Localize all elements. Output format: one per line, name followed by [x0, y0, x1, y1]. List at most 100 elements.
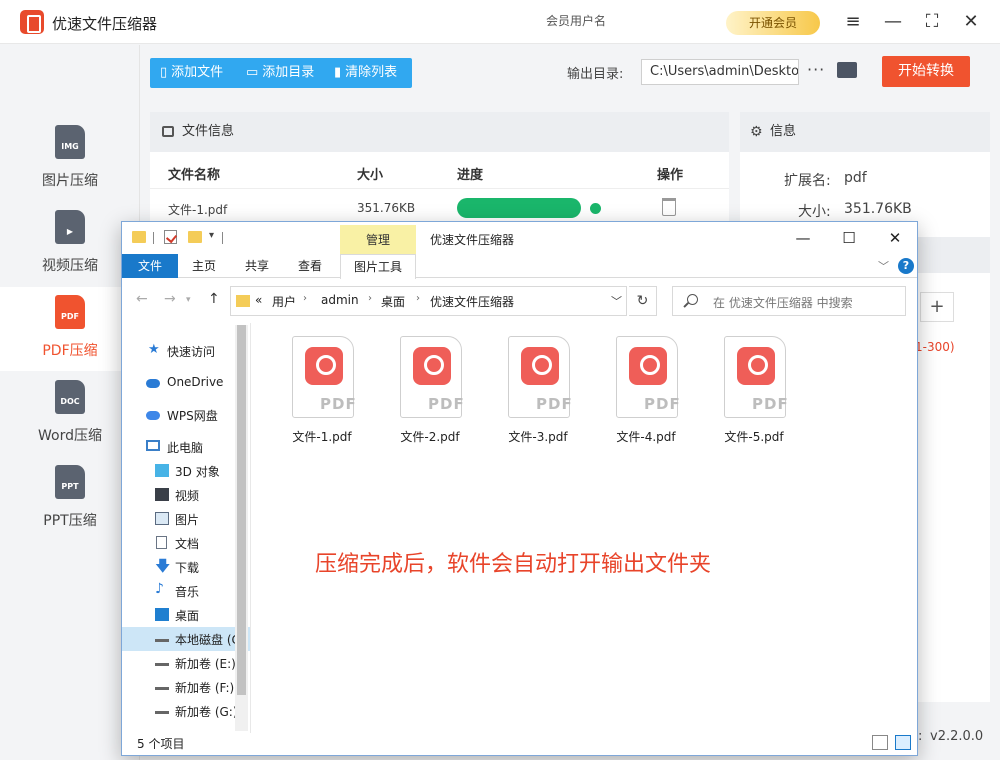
tree-item-drive-f[interactable]: 新加卷 (F:)	[122, 675, 250, 699]
address-bar[interactable]: « 用户 › admin › 桌面 › 优速文件压缩器 ﹀	[230, 286, 627, 316]
large-icons-view-icon[interactable]	[895, 735, 911, 750]
back-icon[interactable]: ←	[136, 291, 148, 307]
tree-item-quick-access[interactable]: ★ 快速访问	[122, 339, 250, 363]
expand-ribbon-icon[interactable]: ﹀	[878, 258, 889, 274]
scrollbar-thumb[interactable]	[237, 325, 246, 695]
breadcrumb-sep-icon[interactable]: ›	[368, 293, 372, 304]
row-file-name: 文件-1.pdf	[168, 203, 228, 217]
vip-button[interactable]: 开通会员	[726, 11, 820, 35]
tree-item-onedrive[interactable]: OneDrive	[122, 371, 250, 395]
tree-item-drive-g[interactable]: 新加卷 (G:)	[122, 699, 250, 723]
file-item[interactable]: PDF 文件-3.pdf	[488, 336, 584, 446]
sidebar-item-pdf[interactable]: PDF PDF压缩	[0, 287, 140, 371]
app-title: 优速文件压缩器	[52, 15, 158, 33]
tab-file[interactable]: 文件	[122, 254, 178, 278]
tree-item-pictures[interactable]: 图片	[122, 507, 250, 531]
tree-item-3d[interactable]: 3D 对象	[122, 459, 250, 483]
trash-icon: ▮	[334, 65, 342, 80]
sidebar-item-label: 图片压缩	[42, 173, 98, 189]
pane-divider	[250, 323, 251, 733]
up-icon[interactable]: ↑	[208, 291, 220, 307]
tab-manage[interactable]: 管理	[340, 225, 416, 255]
minimize-icon[interactable]: —	[880, 9, 906, 35]
tree-item-drive-c[interactable]: 本地磁盘 (C:)	[122, 627, 250, 651]
progress-bar	[457, 198, 581, 218]
pdf-badge-icon	[629, 347, 667, 385]
breadcrumb-sep-icon[interactable]: ›	[303, 293, 307, 304]
tree-scrollbar[interactable]	[235, 325, 248, 731]
open-folder-icon[interactable]	[837, 62, 857, 78]
properties-icon[interactable]	[164, 230, 177, 244]
tree-item-desktop[interactable]: 桌面	[122, 603, 250, 627]
close-icon[interactable]: ✕	[872, 226, 918, 250]
tab-share[interactable]: 共享	[239, 254, 275, 278]
file-item[interactable]: PDF 文件-2.pdf	[380, 336, 476, 446]
clear-list-button[interactable]: ▮ 清除列表	[334, 58, 397, 88]
tree-label: 此电脑	[167, 441, 204, 455]
tree-item-drive-e[interactable]: 新加卷 (E:)	[122, 651, 250, 675]
drive-icon	[155, 704, 169, 714]
recent-dropdown-icon[interactable]: ▾	[186, 295, 191, 305]
tree-item-music[interactable]: ♪ 音乐	[122, 579, 250, 603]
tree-item-wps[interactable]: WPS网盘	[122, 403, 250, 427]
breadcrumb-sep-icon[interactable]: ›	[416, 293, 420, 304]
col-name: 文件名称	[168, 168, 221, 183]
customize-toolbar-icon[interactable]: ▾	[209, 230, 214, 241]
tree-label: 图片	[175, 513, 200, 527]
search-input[interactable]: 在 优速文件压缩器 中搜索	[672, 286, 906, 316]
tab-view[interactable]: 查看	[292, 254, 328, 278]
tree-item-downloads[interactable]: 🡇 下载	[122, 555, 250, 579]
tree-label: 桌面	[175, 609, 200, 623]
output-dir-label: 输出目录:	[567, 67, 624, 82]
maximize-icon[interactable]: ⛶	[919, 9, 945, 35]
more-options-button[interactable]: ···	[807, 60, 825, 79]
tree-item-documents[interactable]: 文档	[122, 531, 250, 555]
sidebar-item-ppt[interactable]: PPT PPT压缩	[0, 457, 140, 541]
details-view-icon[interactable]	[872, 735, 888, 750]
add-dir-button[interactable]: ▭ 添加目录	[246, 58, 314, 88]
tab-home[interactable]: 主页	[186, 254, 222, 278]
refresh-icon[interactable]: ↻	[629, 286, 657, 316]
breadcrumb-current[interactable]: 优速文件压缩器	[430, 293, 514, 310]
sidebar-item-label: PPT压缩	[43, 513, 97, 529]
maximize-icon[interactable]: ☐	[826, 226, 872, 250]
file-panel-header: 文件信息	[150, 112, 729, 152]
file-item[interactable]: PDF 文件-5.pdf	[704, 336, 800, 446]
sidebar-item-word[interactable]: DOC Word压缩	[0, 372, 140, 456]
chevron-down-icon[interactable]: ﹀	[611, 293, 622, 309]
breadcrumb-overflow[interactable]: «	[255, 293, 262, 307]
start-button[interactable]: 开始转换	[882, 56, 970, 87]
user-name[interactable]: 会员用户名	[546, 12, 606, 29]
tab-picture-tools[interactable]: 图片工具	[340, 254, 416, 279]
delete-icon[interactable]	[662, 198, 676, 216]
add-file-button[interactable]: ▯ 添加文件	[160, 58, 223, 88]
breadcrumb-desktop[interactable]: 桌面	[381, 293, 405, 310]
picture-icon	[155, 512, 169, 525]
output-dir-input[interactable]: C:\Users\admin\Desktop	[641, 59, 799, 85]
sidebar-item-image[interactable]: IMG 图片压缩	[0, 117, 140, 201]
info-panel-title: 信息	[770, 124, 797, 139]
col-action: 操作	[657, 168, 684, 183]
pdf-file-icon: PDF	[724, 336, 788, 418]
pdf-icon-text: PDF	[428, 395, 465, 413]
menu-icon[interactable]: ≡	[840, 9, 866, 35]
col-progress: 进度	[457, 168, 484, 183]
sidebar-item-video[interactable]: ▶ 视频压缩	[0, 202, 140, 286]
file-item[interactable]: PDF 文件-4.pdf	[596, 336, 692, 446]
close-icon[interactable]: ✕	[958, 9, 984, 35]
increase-button[interactable]: +	[920, 292, 954, 322]
explorer-navbar: ← → ▾ ↑ « 用户 › admin › 桌面 › 优速文件压缩器 ﹀ ↻ …	[122, 279, 917, 323]
sidebar-item-label: PDF压缩	[42, 343, 98, 359]
file-item[interactable]: PDF 文件-1.pdf	[272, 336, 368, 446]
folder-icon[interactable]	[132, 231, 146, 243]
new-folder-icon[interactable]	[188, 231, 202, 243]
tree-item-this-pc[interactable]: 此电脑	[122, 435, 250, 459]
tree-item-videos[interactable]: 视频	[122, 483, 250, 507]
help-icon[interactable]: ?	[898, 258, 914, 274]
pdf-file-icon: PDF	[400, 336, 465, 418]
forward-icon[interactable]: →	[164, 291, 176, 307]
minimize-icon[interactable]: —	[780, 226, 826, 250]
breadcrumb-users[interactable]: 用户	[272, 293, 296, 310]
status-bar: 5 个项目	[122, 731, 917, 755]
breadcrumb-admin[interactable]: admin	[321, 293, 359, 307]
